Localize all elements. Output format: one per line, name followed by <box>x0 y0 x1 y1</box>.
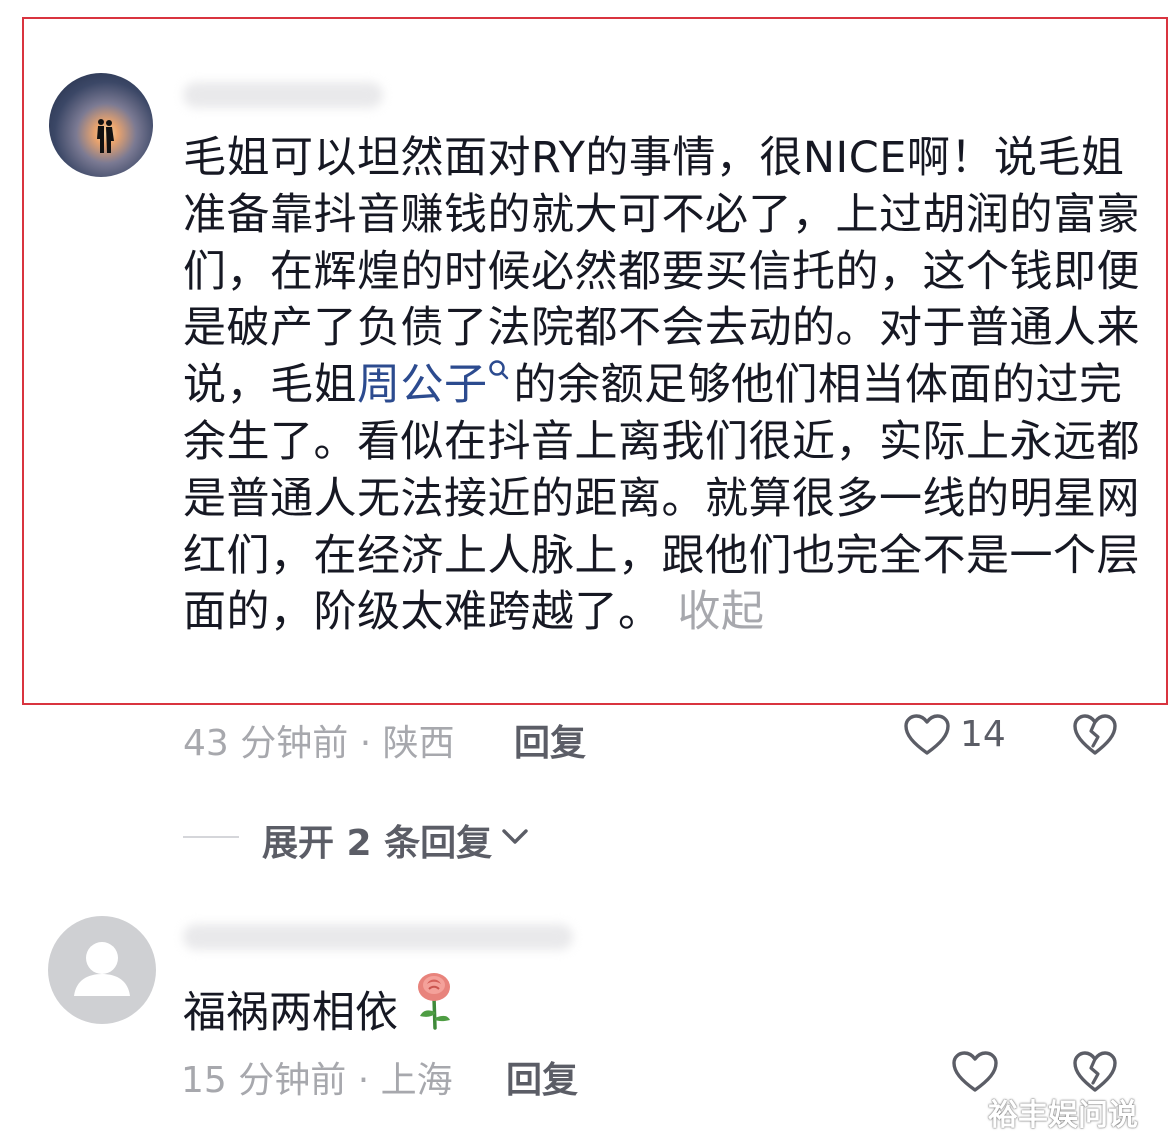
broken-heart-icon[interactable] <box>1072 713 1118 757</box>
search-icon <box>488 360 508 380</box>
comment-meta: 43 分钟前 · 陕西 <box>183 723 455 764</box>
reply-button[interactable]: 回复 <box>514 714 586 766</box>
reply-button[interactable]: 回复 <box>506 1051 578 1103</box>
like-count: 14 <box>960 714 1006 755</box>
mention-label: 周公子 <box>357 360 488 411</box>
heart-outline-icon[interactable] <box>903 713 951 757</box>
mention-link[interactable]: 周公子 <box>357 360 514 410</box>
watermark: 裕丰娱问说 <box>988 1098 1138 1133</box>
default-user-icon <box>74 942 130 996</box>
chevron-down-icon[interactable] <box>500 826 530 848</box>
comment-meta: 15 分钟前 · 上海 <box>181 1060 453 1101</box>
expand-divider <box>183 836 239 838</box>
comment-text: 福祸两相依 <box>183 988 398 1038</box>
couple-silhouette-image <box>97 119 114 153</box>
comment-text: 毛姐可以坦然面对RY的事情，很NICE啊！说毛姐准备靠抖音赚钱的就大可不必了，上… <box>183 130 1143 641</box>
expand-replies-button[interactable]: 展开 2 条回复 <box>262 814 492 866</box>
rose-emoji <box>418 973 450 1030</box>
username-redacted[interactable] <box>183 924 573 950</box>
collapse-link[interactable]: 收起 <box>678 587 765 637</box>
broken-heart-icon[interactable] <box>1072 1050 1118 1094</box>
avatar[interactable] <box>49 73 153 177</box>
username-redacted[interactable] <box>183 82 383 108</box>
avatar-default[interactable] <box>48 916 156 1024</box>
heart-outline-icon[interactable] <box>951 1050 999 1094</box>
